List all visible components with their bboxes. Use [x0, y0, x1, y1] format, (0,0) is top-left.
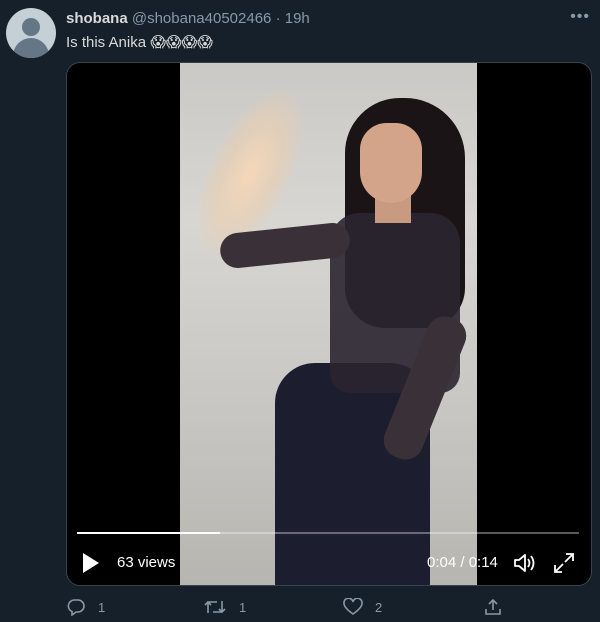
retweet-button[interactable]: 1: [203, 598, 246, 616]
scream-emoji: 😱: [150, 34, 166, 51]
person-face: [360, 123, 422, 203]
scream-emoji: 😱: [165, 34, 182, 51]
retweet-icon: [204, 600, 226, 614]
like-count: 2: [375, 599, 383, 615]
heart-icon: [343, 598, 363, 615]
video-progress-fill: [77, 532, 221, 534]
reply-button[interactable]: 1: [66, 598, 105, 616]
scream-emoji: 😱: [197, 34, 213, 51]
tweet-time[interactable]: 19h: [285, 10, 310, 27]
share-button[interactable]: [484, 598, 514, 616]
like-button[interactable]: 2: [343, 598, 382, 616]
share-icon: [485, 598, 501, 615]
view-count: 63 views: [117, 554, 176, 571]
author-name[interactable]: shobana: [66, 10, 128, 27]
tweet-text: Is this Anika 😱😱😱😱: [66, 33, 213, 51]
tweet-actions: 1 1 2: [66, 598, 590, 618]
fullscreen-icon[interactable]: [553, 552, 575, 574]
separator-dot: ·: [275, 10, 281, 27]
play-icon[interactable]: [83, 553, 99, 573]
tweet-header: shobana @shobana40502466 · 19h: [66, 10, 310, 27]
video-time: 0:04 / 0:14: [427, 554, 498, 571]
volume-icon[interactable]: [513, 552, 537, 574]
author-handle[interactable]: @shobana40502466: [132, 10, 272, 27]
tweet-text-body: Is this Anika: [66, 34, 147, 51]
more-options-icon[interactable]: •••: [570, 8, 590, 26]
video-frame: [175, 63, 477, 585]
reply-count: 1: [98, 599, 106, 615]
scream-emoji: 😱: [181, 34, 198, 51]
video-player[interactable]: 63 views 0:04 / 0:14: [66, 62, 592, 586]
avatar-body-shape: [13, 38, 49, 58]
avatar[interactable]: [6, 8, 56, 58]
retweet-count: 1: [239, 599, 247, 615]
reply-icon: [67, 599, 85, 616]
video-progress-bar[interactable]: [77, 532, 579, 534]
avatar-head-shape: [22, 18, 40, 36]
